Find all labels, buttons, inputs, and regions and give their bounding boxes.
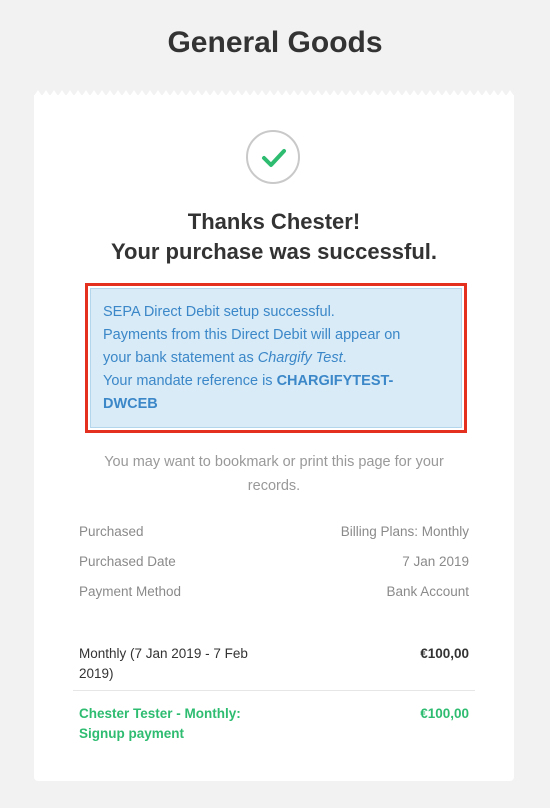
notice-line3: your bank statement as Chargify Test. [103, 347, 449, 370]
line-item-desc-line1: Chester Tester - Monthly: [79, 706, 241, 721]
mandate-reference-part1: CHARGIFYTEST- [276, 373, 394, 389]
notice-line4-prefix: Your mandate reference is [103, 373, 277, 389]
notice-line3-prefix: your bank statement as [103, 350, 258, 366]
store-title: General Goods [167, 26, 383, 59]
line-item-amount: €100,00 [420, 646, 469, 661]
notice-line1: SEPA Direct Debit setup successful. [103, 304, 335, 320]
bookmark-hint: You may want to bookmark or print this p… [74, 450, 474, 498]
line-item-description: Monthly (7 Jan 2019 - 7 Feb 2019) [79, 644, 279, 684]
line-item-divider [73, 690, 475, 691]
line-item-desc-line1: Monthly (7 Jan 2019 - 7 Feb [79, 646, 248, 661]
detail-value: Bank Account [386, 584, 469, 599]
bookmark-hint-line1: You may want to bookmark or print this p… [104, 454, 444, 470]
checkmark-icon [262, 149, 286, 167]
line-item-amount: €100,00 [420, 706, 469, 721]
detail-value: Billing Plans: Monthly [340, 524, 469, 539]
detail-label: Purchased [79, 524, 144, 539]
detail-label: Payment Method [79, 584, 182, 599]
success-checkmark-icon [246, 130, 300, 184]
detail-row-payment-method: Payment Method Bank Account [79, 584, 469, 604]
detail-value: 7 Jan 2019 [402, 554, 469, 569]
mandate-reference-part2: DWCEB [103, 396, 158, 412]
detail-label: Purchased Date [79, 554, 176, 569]
confirmation-line1: Thanks Chester! [187, 209, 361, 234]
confirmation-heading: Thanks Chester! Your purchase was succes… [34, 207, 514, 267]
detail-row-purchased: Purchased Billing Plans: Monthly [79, 524, 469, 544]
bookmark-hint-line2: records. [247, 478, 301, 494]
line-item-desc-line2: 2019) [79, 666, 114, 681]
line-item-description: Chester Tester - Monthly: Signup payment [79, 704, 279, 744]
confirmation-line2: Your purchase was successful. [110, 239, 438, 264]
notice-line2: Payments from this Direct Debit will app… [103, 327, 401, 343]
detail-row-purchased-date: Purchased Date 7 Jan 2019 [79, 554, 469, 574]
statement-descriptor: Chargify Test [257, 350, 343, 366]
line-item-desc-line2: Signup payment [79, 726, 185, 741]
notice-line3-suffix: . [342, 350, 347, 366]
notice-line4: Your mandate reference is CHARGIFYTEST- [103, 370, 449, 393]
sepa-notice: SEPA Direct Debit setup successful. Paym… [90, 288, 462, 428]
